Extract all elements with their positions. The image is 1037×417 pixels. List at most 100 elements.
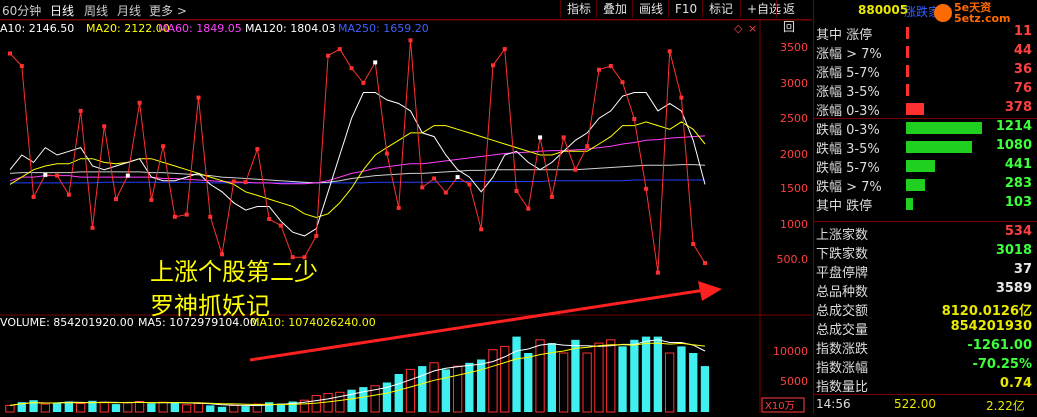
distribution-bar [906,198,914,210]
stat-row: 指数量比 0.74 [816,376,1036,395]
distribution-label: 跌幅 3-5% [816,142,880,157]
volume-bar [512,336,521,412]
logo-icon [934,4,952,22]
price-point [585,144,590,149]
distribution-value: 76 [1013,81,1032,96]
volume-bar [40,403,51,413]
price-point [78,108,83,113]
chart-svg[interactable]: A10: 2146.50 MA20: 2122.00 MA60: 1849.05… [0,19,812,413]
close-icon[interactable]: × [748,22,757,35]
price-point [467,182,472,187]
volume-bar [594,342,604,413]
distribution-bar [906,160,935,172]
volume-bar [394,374,403,412]
distribution-bar [906,84,909,96]
volume-bar [193,403,204,413]
tab-weekly[interactable]: 周线 [84,2,108,19]
stat-label: 总成交量 [816,323,869,338]
price-axis: 3500 3000 2500 2000 1500 1000 500.0 [777,41,809,266]
price-point [573,167,578,172]
f10-button[interactable]: F10 [668,0,703,18]
distribution-value: 44 [1013,43,1032,58]
price-point [502,47,507,52]
volume-bar [147,403,156,412]
distribution-bar [906,27,909,39]
price-point [679,95,684,100]
stat-row: 指数涨幅 -70.25% [816,357,1036,376]
tab-daily[interactable]: 日线 [50,2,74,19]
distribution-row: 跌幅 0-3% 1214 [816,119,1036,138]
tab-monthly[interactable]: 月线 [117,2,141,19]
distribution-bar [906,46,909,58]
price-point [538,135,543,140]
footer-amount: 2.22亿 [986,399,1025,413]
price-point [632,117,637,121]
stat-row: 总成交额 8120.0126亿 [816,300,1036,319]
volume-legend: VOLUME: 854201920.00 [0,316,134,329]
kline-chart[interactable]: A10: 2146.50 MA20: 2122.00 MA60: 1849.05… [0,19,812,413]
volume-bar [170,402,179,412]
ma250-line [10,179,705,184]
draw-line-button[interactable]: 画线 [632,0,669,18]
price-point [8,51,12,56]
ma250-legend: MA250: 1659.20 [338,22,429,35]
price-point [196,95,201,100]
stat-row: 指数涨跌 -1261.00 [816,338,1036,357]
vol-ma5-line [9,339,706,407]
volume-bars [5,336,710,413]
distribution-row: 其中 跌停 103 [816,195,1036,214]
price-point [526,206,531,211]
price-point [420,185,425,190]
close-price-line [9,40,706,273]
price-point [19,64,24,68]
overlay-button[interactable]: 叠加 [596,0,633,18]
vol-unit: X10万 [765,401,795,412]
overlay-text-2: 罗神抓妖记 [150,292,270,320]
stat-row: 下跌家数 3018 [816,243,1036,262]
volume-bar [618,346,627,412]
volume-bar [217,406,227,412]
tab-more[interactable]: 更多 > [149,2,187,19]
tab-60min[interactable]: 60分钟 [2,2,41,19]
price-point [326,53,331,58]
vol-tick: 10000 [773,345,808,358]
stat-label: 指数涨跌 [816,342,869,357]
volume-bar [111,404,121,412]
stat-value: 37 [1013,262,1032,277]
volume-bar [418,366,427,412]
distribution-label: 涨幅 0-3% [816,104,880,119]
price-point [597,67,601,72]
volume-bar [123,402,133,413]
distribution-row: 涨幅 0-3% 378 [816,100,1036,119]
price-point [267,217,272,221]
volume-bar [405,368,416,413]
price-point [514,189,519,193]
volume-bar [677,346,686,412]
indicator-button[interactable]: 指标 [560,0,597,18]
stat-label: 总品种数 [816,285,869,300]
distribution-label: 涨幅 > 7% [816,47,882,62]
volume-bar [182,404,192,413]
stat-label: 总成交额 [816,304,869,319]
distribution-value: 36 [1013,62,1032,77]
price-tick: 2500 [780,112,808,125]
distribution-bar [906,122,982,134]
price-point [384,151,389,156]
overlay-text-1: 上涨个股第二少 [150,258,318,286]
section-divider [814,118,1037,119]
back-button[interactable]: 返回 [776,0,812,34]
price-point [396,205,401,210]
volume-bar [265,402,274,412]
price-point [703,261,707,266]
volume-bar [29,400,38,412]
price-point [184,212,189,217]
distribution-row: 其中 涨停 11 [816,24,1036,43]
collapse-diamond-icon[interactable]: ◇ [734,22,743,35]
stat-value: 534 [1004,224,1032,239]
distribution-value: 103 [1004,195,1032,210]
price-point [243,180,248,185]
mark-button[interactable]: 标记 [702,0,739,18]
price-point [255,147,260,152]
logo-text: 5e天资 5etz.com [954,1,1011,25]
volume-bar [500,345,510,413]
